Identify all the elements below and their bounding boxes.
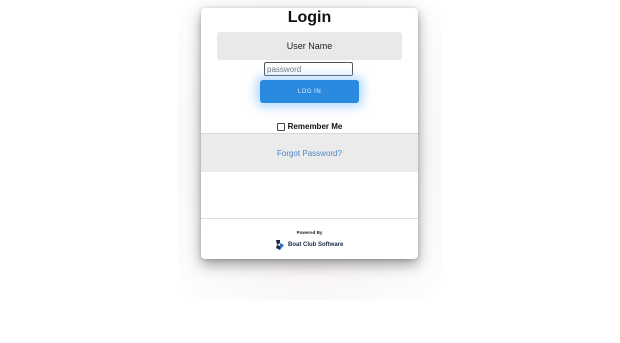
remember-me-row: Remember Me xyxy=(201,122,418,131)
password-input[interactable] xyxy=(264,62,353,76)
brand-logo: Boat Club Software xyxy=(275,239,343,251)
login-card: Login User Name LOG IN Remember Me Forgo… xyxy=(201,8,418,259)
page-title: Login xyxy=(287,9,332,26)
powered-by-label: Powered By xyxy=(296,230,323,235)
forgot-password-link[interactable]: Forgot Password? xyxy=(277,149,342,158)
remember-me-checkbox[interactable] xyxy=(276,122,285,131)
username-field[interactable]: User Name xyxy=(217,32,402,60)
footer-divider xyxy=(201,218,418,219)
username-placeholder: User Name xyxy=(286,41,333,51)
forgot-password-panel: Forgot Password? xyxy=(201,133,418,172)
brand-name: Boat Club Software xyxy=(288,242,344,248)
boat-club-logo-icon xyxy=(276,240,284,250)
login-button[interactable]: LOG IN xyxy=(260,80,359,103)
remember-me-label: Remember Me xyxy=(287,122,343,131)
